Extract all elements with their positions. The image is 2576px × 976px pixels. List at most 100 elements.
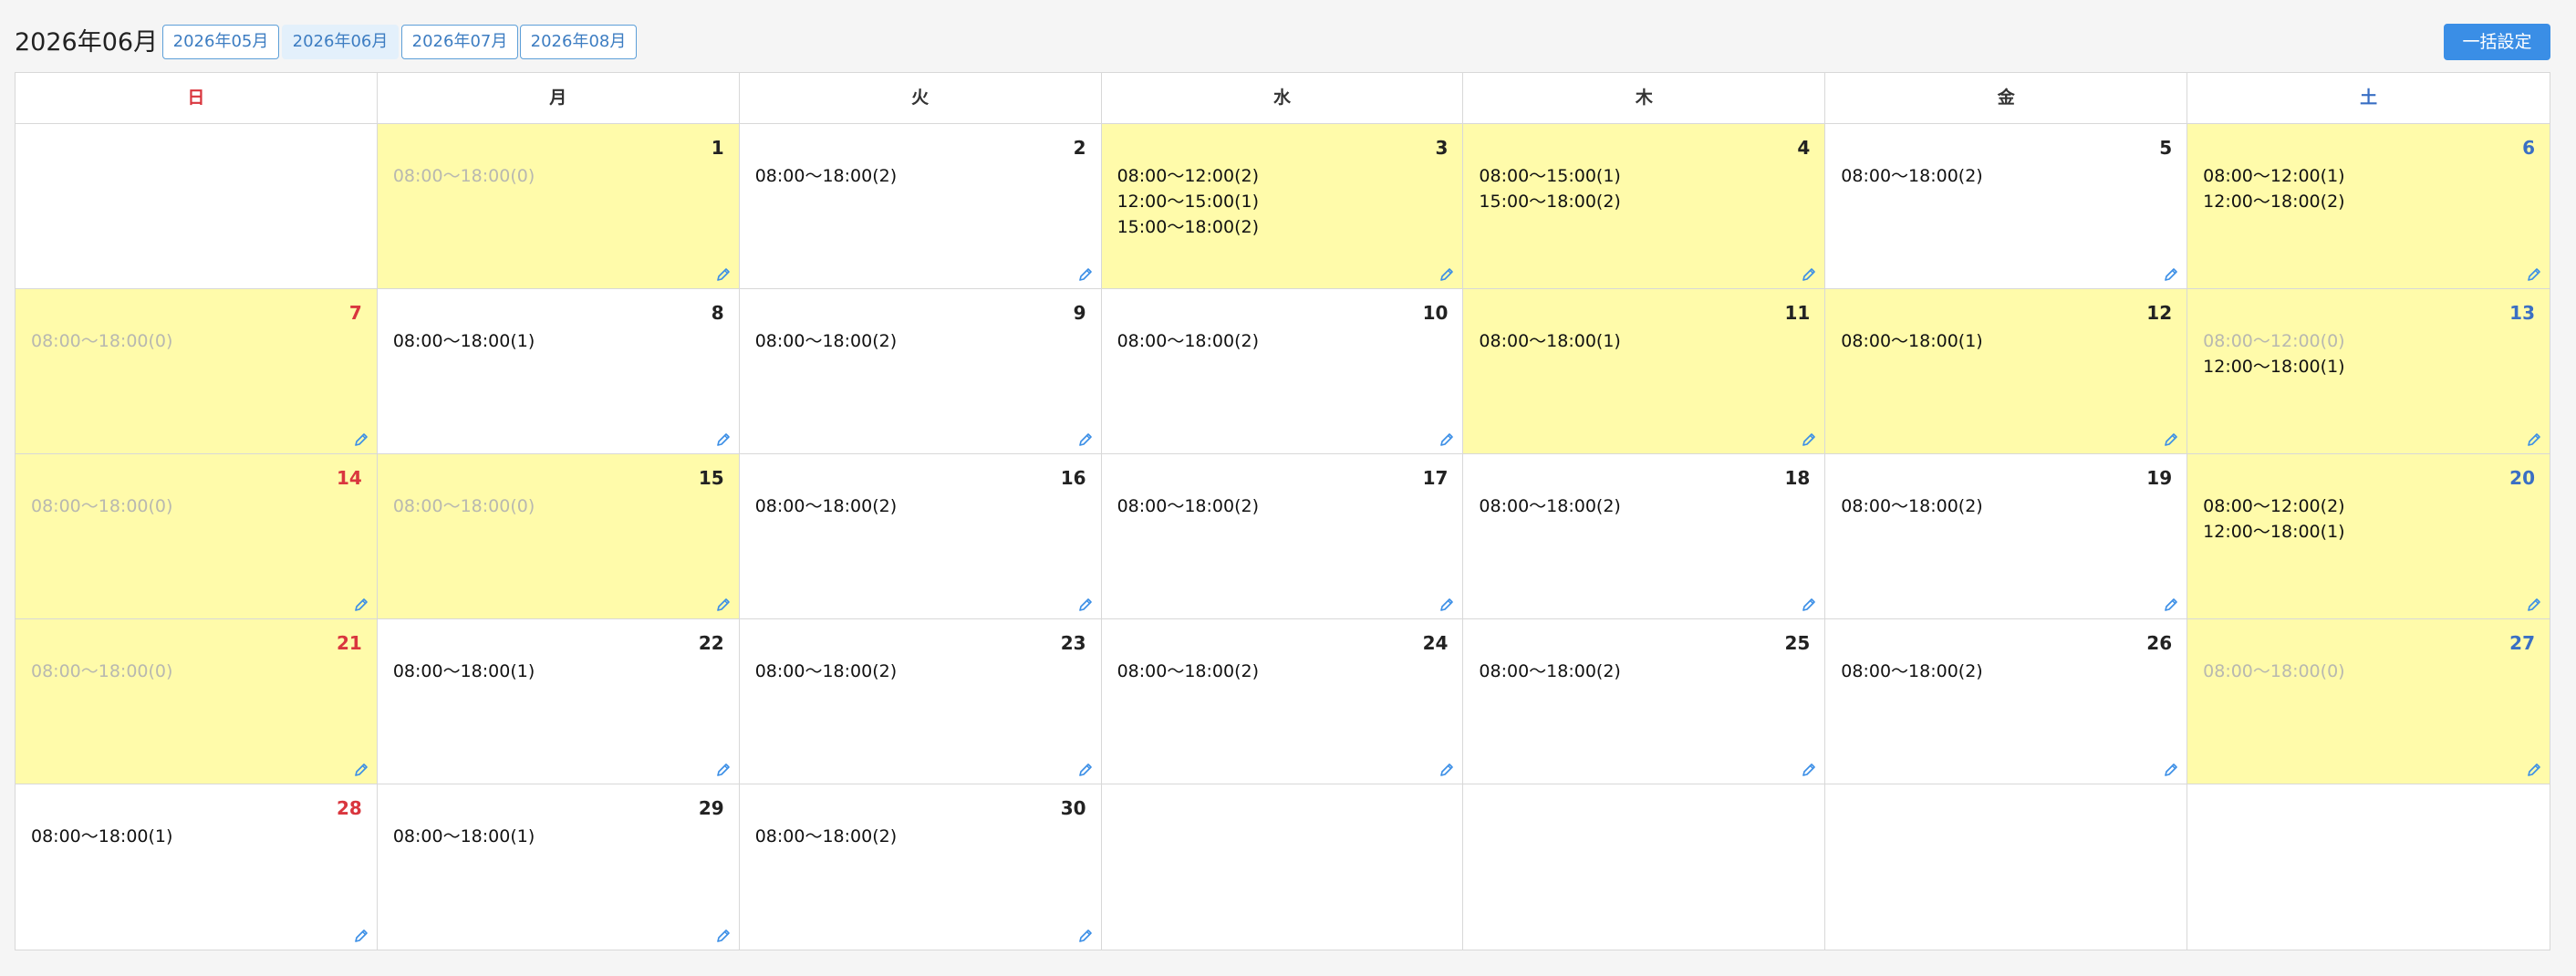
month-button-2026-05[interactable]: 2026年05月 xyxy=(162,25,279,59)
weekday-header: 日 月 火 水 木 金 土 xyxy=(16,73,2550,124)
time-slot-list: 08:00〜18:00(2) xyxy=(1117,659,1427,684)
calendar-day-cell[interactable]: 13 08:00〜12:00(0) 12:00〜18:00(1) xyxy=(2187,289,2550,454)
calendar-day-cell[interactable]: 17 08:00〜18:00(2) xyxy=(1101,454,1464,619)
calendar-day-cell[interactable]: 28 08:00〜18:00(1) xyxy=(16,784,378,950)
month-button-2026-07[interactable]: 2026年07月 xyxy=(401,25,518,59)
calendar-day-cell[interactable]: 9 08:00〜18:00(2) xyxy=(739,289,1102,454)
calendar-header: 2026年06月 2026年05月 2026年06月 2026年07月 2026… xyxy=(15,24,2550,60)
time-slot-list: 08:00〜18:00(1) xyxy=(393,659,702,684)
time-slot: 08:00〜18:00(2) xyxy=(1479,496,1621,516)
day-number: 27 xyxy=(2509,632,2535,654)
pencil-icon[interactable] xyxy=(1439,762,1455,778)
calendar-day-cell[interactable]: 29 08:00〜18:00(1) xyxy=(377,784,740,950)
pencil-icon[interactable] xyxy=(715,266,732,283)
pencil-icon[interactable] xyxy=(2526,597,2542,613)
pencil-icon[interactable] xyxy=(715,431,732,448)
pencil-icon[interactable] xyxy=(1801,266,1817,283)
calendar-day-cell[interactable]: 26 08:00〜18:00(2) xyxy=(1825,619,2188,784)
month-button-2026-06[interactable]: 2026年06月 xyxy=(282,25,399,59)
calendar-day-cell[interactable]: 4 08:00〜15:00(1) 15:00〜18:00(2) xyxy=(1463,124,1826,289)
pencil-icon[interactable] xyxy=(1439,266,1455,283)
day-number: 28 xyxy=(337,797,362,819)
day-number: 12 xyxy=(2146,302,2173,324)
calendar-day-cell[interactable]: 21 08:00〜18:00(0) xyxy=(16,619,378,784)
pencil-icon[interactable] xyxy=(1077,431,1094,448)
pencil-icon[interactable] xyxy=(1077,928,1094,944)
calendar-day-cell[interactable]: 14 08:00〜18:00(0) xyxy=(16,454,378,619)
calendar-day-cell[interactable]: 1 08:00〜18:00(0) xyxy=(377,124,740,289)
pencil-icon[interactable] xyxy=(2163,597,2179,613)
calendar-day-cell[interactable]: 7 08:00〜18:00(0) xyxy=(16,289,378,454)
pencil-icon[interactable] xyxy=(2163,431,2179,448)
calendar-day-cell[interactable]: 11 08:00〜18:00(1) xyxy=(1463,289,1826,454)
time-slot: 08:00〜18:00(2) xyxy=(1117,331,1259,351)
weekday-monday: 月 xyxy=(378,73,740,123)
day-number: 14 xyxy=(337,467,362,489)
pencil-icon[interactable] xyxy=(353,928,369,944)
pencil-icon[interactable] xyxy=(1077,762,1094,778)
pencil-icon[interactable] xyxy=(2163,762,2179,778)
calendar-day-cell[interactable]: 2 08:00〜18:00(2) xyxy=(739,124,1102,289)
pencil-icon[interactable] xyxy=(1801,597,1817,613)
time-slot: 12:00〜18:00(1) xyxy=(2203,522,2345,542)
day-number: 19 xyxy=(2146,467,2173,489)
bulk-setting-button[interactable]: 一括設定 xyxy=(2444,24,2550,60)
time-slot-list: 08:00〜18:00(0) xyxy=(31,328,340,354)
pencil-icon[interactable] xyxy=(353,762,369,778)
calendar-day-cell[interactable]: 22 08:00〜18:00(1) xyxy=(377,619,740,784)
calendar-day-cell[interactable]: 16 08:00〜18:00(2) xyxy=(739,454,1102,619)
pencil-icon[interactable] xyxy=(1801,431,1817,448)
time-slot-list: 08:00〜12:00(2) 12:00〜15:00(1) 15:00〜18:00(… xyxy=(1117,163,1427,240)
calendar-day-cell[interactable]: 12 08:00〜18:00(1) xyxy=(1825,289,2188,454)
pencil-icon[interactable] xyxy=(2526,266,2542,283)
calendar-day-cell[interactable]: 27 08:00〜18:00(0) xyxy=(2187,619,2550,784)
calendar-day-cell[interactable]: 5 08:00〜18:00(2) xyxy=(1825,124,2188,289)
time-slot-list: 08:00〜18:00(0) xyxy=(393,163,702,189)
month-button-2026-08[interactable]: 2026年08月 xyxy=(520,25,637,59)
calendar-day-cell[interactable]: 3 08:00〜12:00(2) 12:00〜15:00(1) 15:00〜18:00… xyxy=(1101,124,1464,289)
pencil-icon[interactable] xyxy=(1439,597,1455,613)
calendar-day-cell[interactable]: 6 08:00〜12:00(1) 12:00〜18:00(2) xyxy=(2187,124,2550,289)
time-slot: 08:00〜18:00(2) xyxy=(1479,661,1621,681)
day-number: 1 xyxy=(711,137,724,159)
pencil-icon[interactable] xyxy=(715,928,732,944)
time-slot: 08:00〜18:00(2) xyxy=(1117,496,1259,516)
calendar-day-cell[interactable]: 30 08:00〜18:00(2) xyxy=(739,784,1102,950)
time-slot: 08:00〜18:00(2) xyxy=(754,496,898,516)
calendar-day-cell[interactable]: 25 08:00〜18:00(2) xyxy=(1463,619,1826,784)
pencil-icon[interactable] xyxy=(1077,597,1094,613)
time-slot: 08:00〜18:00(0) xyxy=(31,331,173,351)
day-number: 26 xyxy=(2146,632,2173,654)
time-slot-list: 08:00〜18:00(1) xyxy=(393,824,702,849)
pencil-icon[interactable] xyxy=(1077,266,1094,283)
pencil-icon[interactable] xyxy=(715,597,732,613)
calendar-day-cell[interactable]: 19 08:00〜18:00(2) xyxy=(1825,454,2188,619)
calendar-day-cell[interactable]: 23 08:00〜18:00(2) xyxy=(739,619,1102,784)
calendar-grid: 日 月 火 水 木 金 土 1 08:00〜18:00(0) 2 08:00〜18:0… xyxy=(15,72,2550,950)
time-slot: 08:00〜18:00(2) xyxy=(754,331,898,351)
time-slot: 15:00〜18:00(2) xyxy=(1479,192,1621,212)
calendar-day-cell[interactable]: 20 08:00〜12:00(2) 12:00〜18:00(1) xyxy=(2187,454,2550,619)
time-slot: 12:00〜15:00(1) xyxy=(1117,192,1259,212)
calendar-day-cell[interactable]: 18 08:00〜18:00(2) xyxy=(1463,454,1826,619)
pencil-icon[interactable] xyxy=(353,431,369,448)
calendar-day-cell[interactable]: 8 08:00〜18:00(1) xyxy=(377,289,740,454)
pencil-icon[interactable] xyxy=(1801,762,1817,778)
pencil-icon[interactable] xyxy=(1439,431,1455,448)
calendar-day-cell[interactable]: 15 08:00〜18:00(0) xyxy=(377,454,740,619)
time-slot-list: 08:00〜18:00(2) xyxy=(1841,659,2150,684)
pencil-icon[interactable] xyxy=(715,762,732,778)
day-number: 3 xyxy=(1435,137,1449,159)
day-number: 25 xyxy=(1784,632,1811,654)
day-number: 7 xyxy=(348,302,362,324)
pencil-icon[interactable] xyxy=(2163,266,2179,283)
calendar-day-cell[interactable]: 10 08:00〜18:00(2) xyxy=(1101,289,1464,454)
time-slot: 12:00〜18:00(1) xyxy=(2203,357,2345,377)
pencil-icon[interactable] xyxy=(2526,762,2542,778)
time-slot: 15:00〜18:00(2) xyxy=(1117,217,1259,237)
pencil-icon[interactable] xyxy=(2526,431,2542,448)
time-slot: 08:00〜18:00(1) xyxy=(31,826,173,846)
pencil-icon[interactable] xyxy=(353,597,369,613)
calendar-day-cell[interactable]: 24 08:00〜18:00(2) xyxy=(1101,619,1464,784)
time-slot: 08:00〜15:00(1) xyxy=(1479,166,1621,186)
